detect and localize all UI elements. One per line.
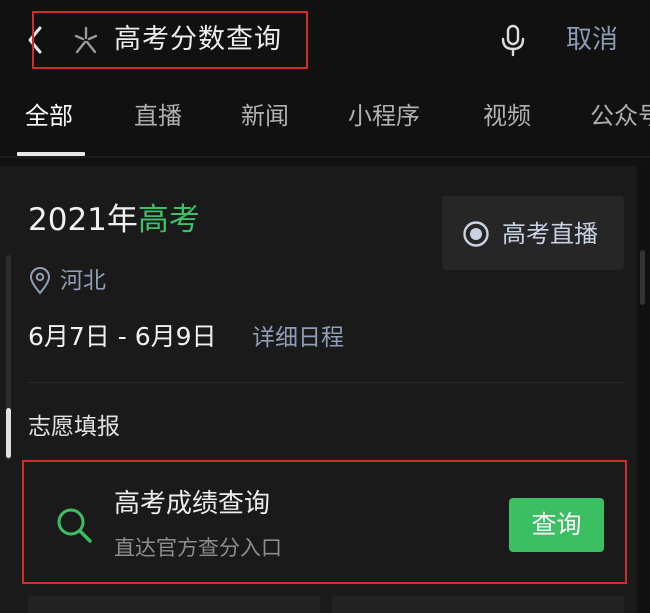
next-card-left[interactable] <box>28 596 320 613</box>
live-stream-label: 高考直播 <box>502 220 598 248</box>
cancel-button[interactable]: 取消 <box>566 20 618 60</box>
location-text: 河北 <box>60 268 106 294</box>
scrollbar-thumb[interactable] <box>6 408 11 458</box>
tab-mini-programs[interactable]: 小程序 <box>348 96 420 136</box>
panel-edge <box>637 166 650 613</box>
event-title: 2021年高考 <box>28 198 200 242</box>
sparkle-icon <box>72 26 100 54</box>
search-icon <box>54 505 94 545</box>
search-input[interactable]: 高考分数查询 <box>114 20 282 60</box>
tab-divider <box>0 156 650 158</box>
tab-all[interactable]: 全部 <box>25 96 73 136</box>
right-scrollbar[interactable] <box>640 250 645 305</box>
next-card-right[interactable] <box>332 596 624 613</box>
query-button[interactable]: 查询 <box>509 498 604 552</box>
radio-icon <box>462 220 490 248</box>
section-title: 志愿填报 <box>28 414 120 440</box>
card-title: 高考成绩查询 <box>114 489 271 519</box>
date-range: 6月7日 - 6月9日 <box>28 322 217 351</box>
tab-official-accounts[interactable]: 公众号 <box>590 96 650 136</box>
tab-live[interactable]: 直播 <box>134 96 182 136</box>
section-divider <box>28 382 624 383</box>
microphone-icon[interactable] <box>500 24 526 58</box>
schedule-link[interactable]: 详细日程 <box>252 319 344 357</box>
tab-videos[interactable]: 视频 <box>483 96 531 136</box>
tab-news[interactable]: 新闻 <box>241 96 289 136</box>
event-title-year: 2021年 <box>28 202 138 238</box>
location-pin-icon <box>29 267 51 295</box>
card-subtitle: 直达官方查分入口 <box>114 536 282 560</box>
event-title-highlight: 高考 <box>137 202 200 238</box>
